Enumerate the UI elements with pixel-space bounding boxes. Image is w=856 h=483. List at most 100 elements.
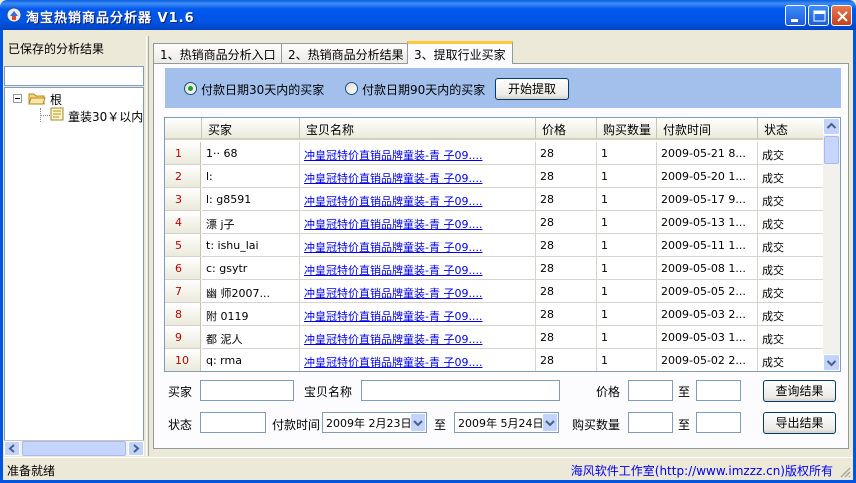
panel-splitter[interactable]	[146, 36, 149, 456]
table-row[interactable]: 2 l: 冲皇冠特价直销品牌童装-青 子09.... 28 1 2009-05-20 1.…	[165, 165, 825, 188]
radio-30-days[interactable]	[184, 82, 197, 95]
scroll-right-button[interactable]	[128, 441, 144, 456]
column-header-price[interactable]: 价格	[536, 118, 597, 140]
price-filter-label: 价格	[596, 385, 621, 399]
cell-item-name[interactable]: 冲皇冠特价直销品牌童装-青 子09....	[300, 349, 536, 371]
price-max-input[interactable]	[696, 380, 741, 401]
row-number[interactable]: 1	[165, 142, 201, 165]
cell-item-name[interactable]: 冲皇冠特价直销品牌童装-青 子09....	[300, 280, 536, 303]
column-header-quantity[interactable]: 购买数量	[597, 118, 657, 140]
row-number[interactable]: 4	[165, 211, 201, 234]
tab-hot-products-results[interactable]: 2、热销商品分析结果	[281, 43, 411, 63]
buyer-filter-label: 买家	[168, 385, 193, 399]
tab-extract-buyers[interactable]: 3、提取行业买家	[407, 41, 513, 64]
folder-open-icon	[28, 93, 46, 105]
cell-price: 28	[536, 303, 597, 326]
cell-pay-time: 2009-05-13 1...	[657, 211, 758, 234]
tree-collapse-toggle[interactable]	[13, 94, 22, 103]
column-header-item-name[interactable]: 宝贝名称	[300, 118, 536, 140]
tab-hot-products-entry[interactable]: 1、热销商品分析入口	[153, 43, 283, 63]
maximize-button[interactable]	[808, 5, 829, 26]
table-row[interactable]: 1 1·· 68 冲皇冠特价直销品牌童装-青 子09.... 28 1 2009-05-2…	[165, 142, 825, 165]
table-row[interactable]: 8附 0119 冲皇冠特价直销品牌童装-青 子09.... 28 1 2009-05-0…	[165, 303, 825, 326]
cell-item-name[interactable]: 冲皇冠特价直销品牌童装-青 子09....	[300, 234, 536, 257]
status-filter-label: 状态	[168, 418, 193, 432]
pay-time-range-to-label: 至	[434, 418, 447, 432]
cell-item-name[interactable]: 冲皇冠特价直销品牌童装-青 子09....	[300, 257, 536, 280]
column-header-status[interactable]: 状态	[758, 118, 825, 140]
cell-item-name[interactable]: 冲皇冠特价直销品牌童装-青 子09....	[300, 303, 536, 326]
quantity-max-input[interactable]	[696, 412, 741, 433]
pay-time-from-picker[interactable]: 2009年 2月23日	[322, 412, 427, 433]
buyers-grid[interactable]: 买家 宝贝名称 价格 购买数量 付款时间 状态 1 1·· 68 冲皇冠特价直销品牌…	[164, 117, 841, 372]
radio-90-days[interactable]	[345, 82, 358, 95]
row-number[interactable]: 3	[165, 188, 201, 211]
arrow-down-icon	[826, 360, 837, 367]
cell-buyer: l: g8591	[202, 188, 300, 211]
cell-buyer: l:	[202, 165, 300, 188]
export-results-button[interactable]: 导出结果	[763, 412, 836, 434]
cell-status: 成交	[758, 234, 825, 257]
cell-item-name[interactable]: 冲皇冠特价直销品牌童装-青 子09....	[300, 188, 536, 211]
column-header-pay-time[interactable]: 付款时间	[657, 118, 758, 140]
row-number[interactable]: 8	[165, 303, 201, 326]
tree-root-node[interactable]: 根	[50, 91, 62, 108]
row-number[interactable]: 2	[165, 165, 201, 188]
item-name-filter-input[interactable]	[361, 380, 560, 401]
pay-time-from-value: 2009年 2月23日	[326, 417, 412, 430]
price-min-input[interactable]	[628, 380, 673, 401]
cell-status: 成交	[758, 303, 825, 326]
buyer-filter-input[interactable]	[200, 380, 294, 401]
query-results-button[interactable]: 查询结果	[763, 380, 836, 402]
saved-results-search-input[interactable]	[4, 66, 144, 86]
table-row[interactable]: 6 c: gsytr 冲皇冠特价直销品牌童装-青 子09.... 28 1 2009-05…	[165, 257, 825, 280]
grid-vertical-scrollbar[interactable]	[823, 118, 840, 371]
table-row[interactable]: 3 l: g8591 冲皇冠特价直销品牌童装-青 子09.... 28 1 2009-05…	[165, 188, 825, 211]
scroll-left-button[interactable]	[4, 441, 20, 456]
app-icon	[6, 7, 22, 23]
tree-horizontal-scrollbar[interactable]	[4, 440, 144, 456]
copyright-link[interactable]: 海风软件工作室(http://www.imzzz.cn)版权所有	[571, 462, 833, 479]
row-number[interactable]: 10	[165, 349, 201, 371]
cell-status: 成交	[758, 280, 825, 303]
cell-quantity: 1	[597, 326, 657, 349]
column-header-buyer[interactable]: 买家	[202, 118, 300, 140]
cell-status: 成交	[758, 326, 825, 349]
status-filter-input[interactable]	[200, 412, 266, 433]
cell-item-name[interactable]: 冲皇冠特价直销品牌童装-青 子09....	[300, 326, 536, 349]
table-row[interactable]: 9都 泥人 冲皇冠特价直销品牌童装-青 子09.... 28 1 2009-05-03 …	[165, 326, 825, 349]
resize-grip-icon[interactable]	[839, 466, 851, 478]
table-row[interactable]: 7幽 师2007... 冲皇冠特价直销品牌童装-青 子09.... 28 1 2009-…	[165, 280, 825, 303]
scroll-down-button[interactable]	[823, 354, 840, 371]
start-extract-button[interactable]: 开始提取	[495, 78, 569, 100]
tree-child-node[interactable]: 童装30￥以内	[68, 108, 143, 125]
row-number[interactable]: 5	[165, 234, 201, 257]
cell-item-name[interactable]: 冲皇冠特价直销品牌童装-青 子09....	[300, 211, 536, 234]
cell-price: 28	[536, 257, 597, 280]
pay-time-to-picker[interactable]: 2009年 5月24日	[454, 412, 559, 433]
chevron-down-icon	[545, 420, 555, 427]
close-button[interactable]	[831, 5, 852, 26]
row-number[interactable]: 6	[165, 257, 201, 280]
table-row[interactable]: 4漂 j子 冲皇冠特价直销品牌童装-青 子09.... 28 1 2009-05-13 …	[165, 211, 825, 234]
saved-results-tree[interactable]: 根 童装30￥以内	[4, 87, 144, 455]
row-number[interactable]: 7	[165, 280, 201, 303]
row-number[interactable]: 9	[165, 326, 201, 349]
scroll-thumb[interactable]	[22, 441, 126, 456]
scroll-up-button[interactable]	[823, 118, 840, 135]
minimize-button[interactable]	[785, 5, 806, 26]
quantity-min-input[interactable]	[628, 412, 673, 433]
cell-item-name[interactable]: 冲皇冠特价直销品牌童装-青 子09....	[300, 142, 536, 165]
date-dropdown-button[interactable]	[542, 413, 558, 432]
date-dropdown-button[interactable]	[410, 413, 426, 432]
radio-90-days-label[interactable]: 付款日期90天内的买家	[362, 81, 485, 98]
cell-pay-time: 2009-05-03 1...	[657, 326, 758, 349]
cell-quantity: 1	[597, 257, 657, 280]
table-row[interactable]: 10 q: rma 冲皇冠特价直销品牌童装-青 子09.... 28 1 2009-05-…	[165, 349, 825, 371]
scroll-thumb[interactable]	[824, 136, 839, 164]
cell-item-name[interactable]: 冲皇冠特价直销品牌童装-青 子09....	[300, 165, 536, 188]
table-row[interactable]: 5 t: ishu_lai 冲皇冠特价直销品牌童装-青 子09.... 28 1 2009…	[165, 234, 825, 257]
title-bar[interactable]: 淘宝热销商品分析器 V1.6	[0, 0, 856, 30]
cell-pay-time: 2009-05-17 9...	[657, 188, 758, 211]
radio-30-days-label[interactable]: 付款日期30天内的买家	[201, 81, 324, 98]
